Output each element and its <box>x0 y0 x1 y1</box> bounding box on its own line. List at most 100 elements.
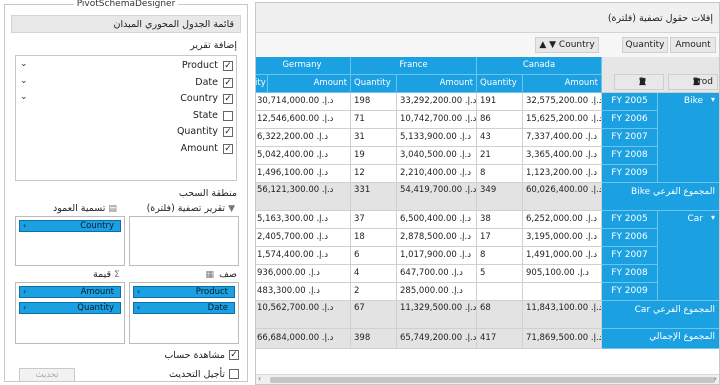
field-label: Date <box>195 76 218 88</box>
field-checkbox[interactable]: ✓ <box>223 61 233 71</box>
field-item[interactable]: Quantity ✓ <box>16 124 236 141</box>
defer-update-option[interactable]: تأجيل التحديث <box>119 368 239 382</box>
chevron-left-icon: ‹ <box>23 303 27 312</box>
product-row-button[interactable]: ▲ ▼ Prod <box>668 74 718 90</box>
update-button[interactable]: تحديث <box>19 368 75 382</box>
field-chip[interactable]: ‹ Country <box>19 220 121 232</box>
grand-total-quantity-cell: 398 <box>351 329 397 349</box>
date-row-button-label: D <box>639 77 646 87</box>
scrollbar-thumb[interactable] <box>270 377 715 383</box>
quantity-header-button[interactable]: Quantity <box>622 37 668 53</box>
amount-cell: د.إ. 7,337,400.00 <box>523 129 602 147</box>
expand-icon[interactable]: ▾ <box>711 213 715 222</box>
quantity-cell: 4 <box>351 265 397 283</box>
field-chip[interactable]: ‹ Quantity <box>19 302 121 314</box>
scroll-left-icon[interactable]: ‹ <box>258 374 261 383</box>
field-chip[interactable]: ‹ Product <box>133 286 235 298</box>
field-item[interactable]: ⌄ Product ✓ <box>16 58 236 75</box>
grand-total-amount-cell: د.إ. 66,684,000.00 <box>256 329 351 349</box>
quantity-column-header: Quantity <box>351 75 397 93</box>
quantity-cell: 12 <box>351 165 397 183</box>
defer-update-checkbox[interactable] <box>229 369 239 379</box>
quantity-cell: 8 <box>477 247 523 265</box>
chip-label: Amount <box>80 287 114 297</box>
chip-label: Quantity <box>77 303 114 313</box>
product-row-header[interactable]: Bike ▾ <box>658 93 719 183</box>
filter-drop-label: إفلات حقول تصفية (فلترة) <box>607 13 713 24</box>
country-header-button[interactable]: ▲ ▼ Country <box>535 37 599 53</box>
pivot-schema-designer: PivotSchemaDesigner قائمة الجدول المحوري… <box>4 0 248 382</box>
year-row-header: FY 2005 <box>602 211 658 229</box>
field-item[interactable]: ⌄ Date ✓ <box>16 75 236 92</box>
quantity-cell: 2 <box>351 283 397 301</box>
field-checkbox[interactable]: ✓ <box>223 143 233 154</box>
report-filter-zone-header: تقرير تصفية (فلترة) ▼ <box>147 203 237 214</box>
country-header-canada[interactable]: Canada <box>477 57 602 75</box>
subtotal-amount-cell: د.إ. 11,843,100.00 <box>523 301 602 329</box>
field-label: Quantity <box>176 126 218 137</box>
chevron-left-icon: ‹ <box>137 303 141 312</box>
calc-view-option[interactable]: مشاهدة حساب ✓ <box>119 349 239 363</box>
amount-cell: د.إ. 1,123,200.00 <box>523 165 602 183</box>
subtotal-amount-cell: د.إ. 60,026,400.00 <box>523 183 602 211</box>
subtotal-amount-cell: د.إ. 11,329,500.00 <box>397 301 477 329</box>
field-checkbox[interactable]: ✓ <box>223 77 233 88</box>
row-header-area: ▲ ▼ Prod ▲ ▼ D <box>602 57 719 93</box>
amount-cell: د.إ. 647,700.00 <box>397 265 477 283</box>
quantity-cell: 17 <box>477 229 523 247</box>
amount-cell: د.إ. 32,575,200.00 <box>523 93 602 111</box>
year-row-header: FY 2008 <box>602 265 658 283</box>
pivot-grid-panel: إفلات حقول تصفية (فلترة) ▲ ▼ Country Qua… <box>255 2 720 385</box>
row-zone[interactable]: ‹ Product ‹ Date <box>129 282 239 344</box>
chevron-down-icon[interactable]: ⌄ <box>20 92 28 102</box>
grand-total-amount-cell: د.إ. 65,749,200.00 <box>397 329 477 349</box>
amount-cell: د.إ. 5,163,300.00 <box>256 211 351 229</box>
chevron-left-icon: ‹ <box>23 287 27 296</box>
amount-cell: د.إ. 1,017,900.00 <box>397 247 477 265</box>
amount-cell: د.إ. 30,714,000.00 <box>256 93 351 111</box>
field-label: Product <box>181 60 218 71</box>
sort-icon: ▲ <box>539 40 547 50</box>
subtotal-amount-cell: د.إ. 56,121,300.00 <box>256 183 351 211</box>
expand-icon[interactable]: ▾ <box>711 95 715 104</box>
field-chip[interactable]: ‹ Amount <box>19 286 121 298</box>
horizontal-scrollbar[interactable]: ‹ › <box>256 374 719 384</box>
year-row-header: FY 2009 <box>602 283 658 301</box>
chevron-down-icon[interactable]: ⌄ <box>20 76 28 86</box>
subtotal-amount-cell: د.إ. 10,562,700.00 <box>256 301 351 329</box>
field-item[interactable]: Amount ✓ <box>16 141 236 158</box>
year-row-header: FY 2008 <box>602 147 658 165</box>
field-checkbox[interactable]: ✓ <box>223 94 233 104</box>
field-checkbox[interactable] <box>223 110 233 121</box>
calc-view-checkbox[interactable]: ✓ <box>229 350 239 360</box>
value-zone[interactable]: ‹ Amount ‹ Quantity <box>15 282 125 344</box>
amount-cell: د.إ. 33,292,200.00 <box>397 93 477 111</box>
date-row-button[interactable]: ▲ ▼ D <box>614 74 664 90</box>
amount-cell: د.إ. 6,252,000.00 <box>523 211 602 229</box>
filter-drop-area[interactable]: إفلات حقول تصفية (فلترة) <box>256 3 719 33</box>
amount-cell: د.إ. 1,496,100.00 <box>256 165 351 183</box>
chip-label: Country <box>80 221 114 231</box>
amount-cell: د.إ. 285,000.00 <box>397 283 477 301</box>
amount-cell: د.إ. 10,742,700.00 <box>397 111 477 129</box>
country-header-france[interactable]: France <box>351 57 477 75</box>
scroll-right-icon[interactable]: › <box>714 374 717 383</box>
country-header-germany[interactable]: Germany <box>256 57 351 75</box>
designer-legend: PivotSchemaDesigner <box>73 0 179 9</box>
product-row-header[interactable]: Car ▾ <box>658 211 719 301</box>
chevron-down-icon[interactable]: ⌄ <box>20 59 28 69</box>
row-label: صف <box>219 269 237 280</box>
amount-cell: د.إ. 2,878,500.00 <box>397 229 477 247</box>
quantity-cell: 6 <box>351 247 397 265</box>
field-item[interactable]: State <box>16 108 236 125</box>
report-filter-zone[interactable] <box>129 216 239 266</box>
quantity-cell: 21 <box>477 147 523 165</box>
field-item[interactable]: ⌄ Country ✓ <box>16 91 236 108</box>
amount-header-button[interactable]: Amount <box>670 37 716 53</box>
quantity-column-header: Quantity <box>477 75 523 93</box>
quantity-cell: 31 <box>351 129 397 147</box>
column-zone[interactable]: ‹ Country <box>15 216 125 266</box>
field-chip[interactable]: ‹ Date <box>133 302 235 314</box>
field-checkbox[interactable]: ✓ <box>223 127 233 137</box>
grand-total-quantity-cell: 417 <box>477 329 523 349</box>
